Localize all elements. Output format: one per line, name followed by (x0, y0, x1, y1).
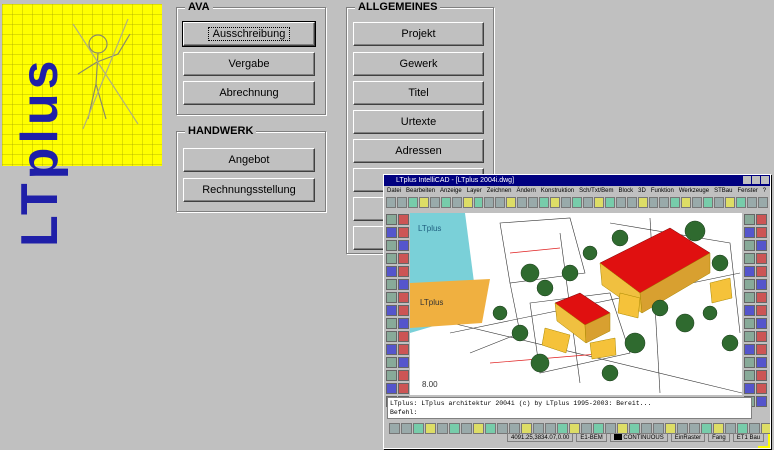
cad-menu-item: Anzeige (440, 188, 462, 194)
urtexte-button[interactable]: Urtexte (353, 110, 484, 134)
cad-menu-item: Block (618, 188, 634, 194)
cad-menu-item: Sch/Txt/Bem (579, 188, 614, 194)
abrechnung-button[interactable]: Abrechnung (183, 81, 315, 105)
command-history: LTplus: LTplus architektur 2004i (c) by … (390, 400, 652, 407)
adressen-button[interactable]: Adressen (353, 139, 484, 163)
linetype-readout: CONTINUOUS (609, 433, 668, 442)
cad-window-controls (743, 176, 769, 184)
handwerk-group-title: HANDWERK (185, 125, 257, 137)
vergabe-button[interactable]: Vergabe (183, 52, 315, 76)
rechnungsstellung-button[interactable]: Rechnungsstellung (183, 178, 315, 202)
cad-menu-item: 3D (638, 188, 646, 194)
coords-readout: 4091.25,3834.07,0.00 (507, 433, 574, 442)
ava-group: AVA Ausschreibung Vergabe Abrechnung (176, 1, 326, 115)
cad-title-text: LTplus IntelliCAD - [LTplus 2004i.dwg] (396, 177, 515, 184)
cad-command-line: LTplus: LTplus architektur 2004i (c) by … (387, 397, 752, 419)
cad-menu-item: Zeichnen (486, 188, 512, 194)
handwerk-group: HANDWERK Angebot Rechnungsstellung (176, 125, 326, 212)
snap-mode-2: Fang (708, 433, 730, 442)
panel-label-2: LTplus (420, 298, 443, 307)
cad-menu-item: Datei (387, 188, 402, 194)
figure-sketch-icon (72, 18, 139, 130)
panel-label-1: LTplus (418, 224, 441, 233)
cad-toolbar-left (386, 214, 409, 407)
cad-toolbar-right (744, 214, 767, 407)
cad-menu-item: STBau (714, 188, 733, 194)
cad-menu-item: Werkzeuge (678, 188, 710, 194)
cad-menu-item: Bearbeiten (406, 188, 436, 194)
ausschreibung-button[interactable]: Ausschreibung (182, 21, 316, 47)
cad-menu-item: Fenster (737, 188, 758, 194)
cad-menu-item: Ändern (516, 188, 536, 194)
cad-statusbar: 4091.25,3834.07,0.00 E1-BEM CONTINUOUS E… (387, 433, 767, 442)
cad-titlebar: LTplus IntelliCAD - [LTplus 2004i.dwg] (384, 175, 770, 186)
angebot-button[interactable]: Angebot (183, 148, 315, 172)
cad-menu-item: Layer (466, 188, 482, 194)
titel-button[interactable]: Titel (353, 81, 484, 105)
dim-label: 8.00 (422, 380, 438, 389)
tree-group (492, 220, 739, 382)
site-plan-3d: LTplus LTplus 8.00 (410, 213, 742, 394)
intellicad-screenshot: LTplus IntelliCAD - [LTplus 2004i.dwg] D… (383, 174, 771, 449)
resize-grip-icon (758, 434, 770, 448)
allgemeines-group-title: ALLGEMEINES (355, 1, 441, 13)
projekt-button[interactable]: Projekt (353, 22, 484, 46)
command-prompt: Befehl: (390, 409, 418, 416)
cad-menu-item: ? (762, 188, 767, 194)
layer-readout: E1-BEM (576, 433, 607, 442)
cad-menu-item: Funktion (650, 188, 674, 194)
logo-text: LTplus (11, 56, 69, 247)
ava-group-title: AVA (185, 1, 213, 13)
ltplus-logo: LTplus (2, 4, 162, 247)
cad-toolbar-top (386, 197, 768, 208)
snap-mode-1: EinRaster (670, 433, 706, 442)
cad-menu-item: Konstruktion (540, 188, 575, 194)
gewerk-button[interactable]: Gewerk (353, 52, 484, 76)
cad-drawing-area: LTplus LTplus 8.00 (410, 213, 742, 395)
cad-menubar: Datei Bearbeiten Anzeige Layer Zeichnen Änder… (384, 186, 770, 196)
